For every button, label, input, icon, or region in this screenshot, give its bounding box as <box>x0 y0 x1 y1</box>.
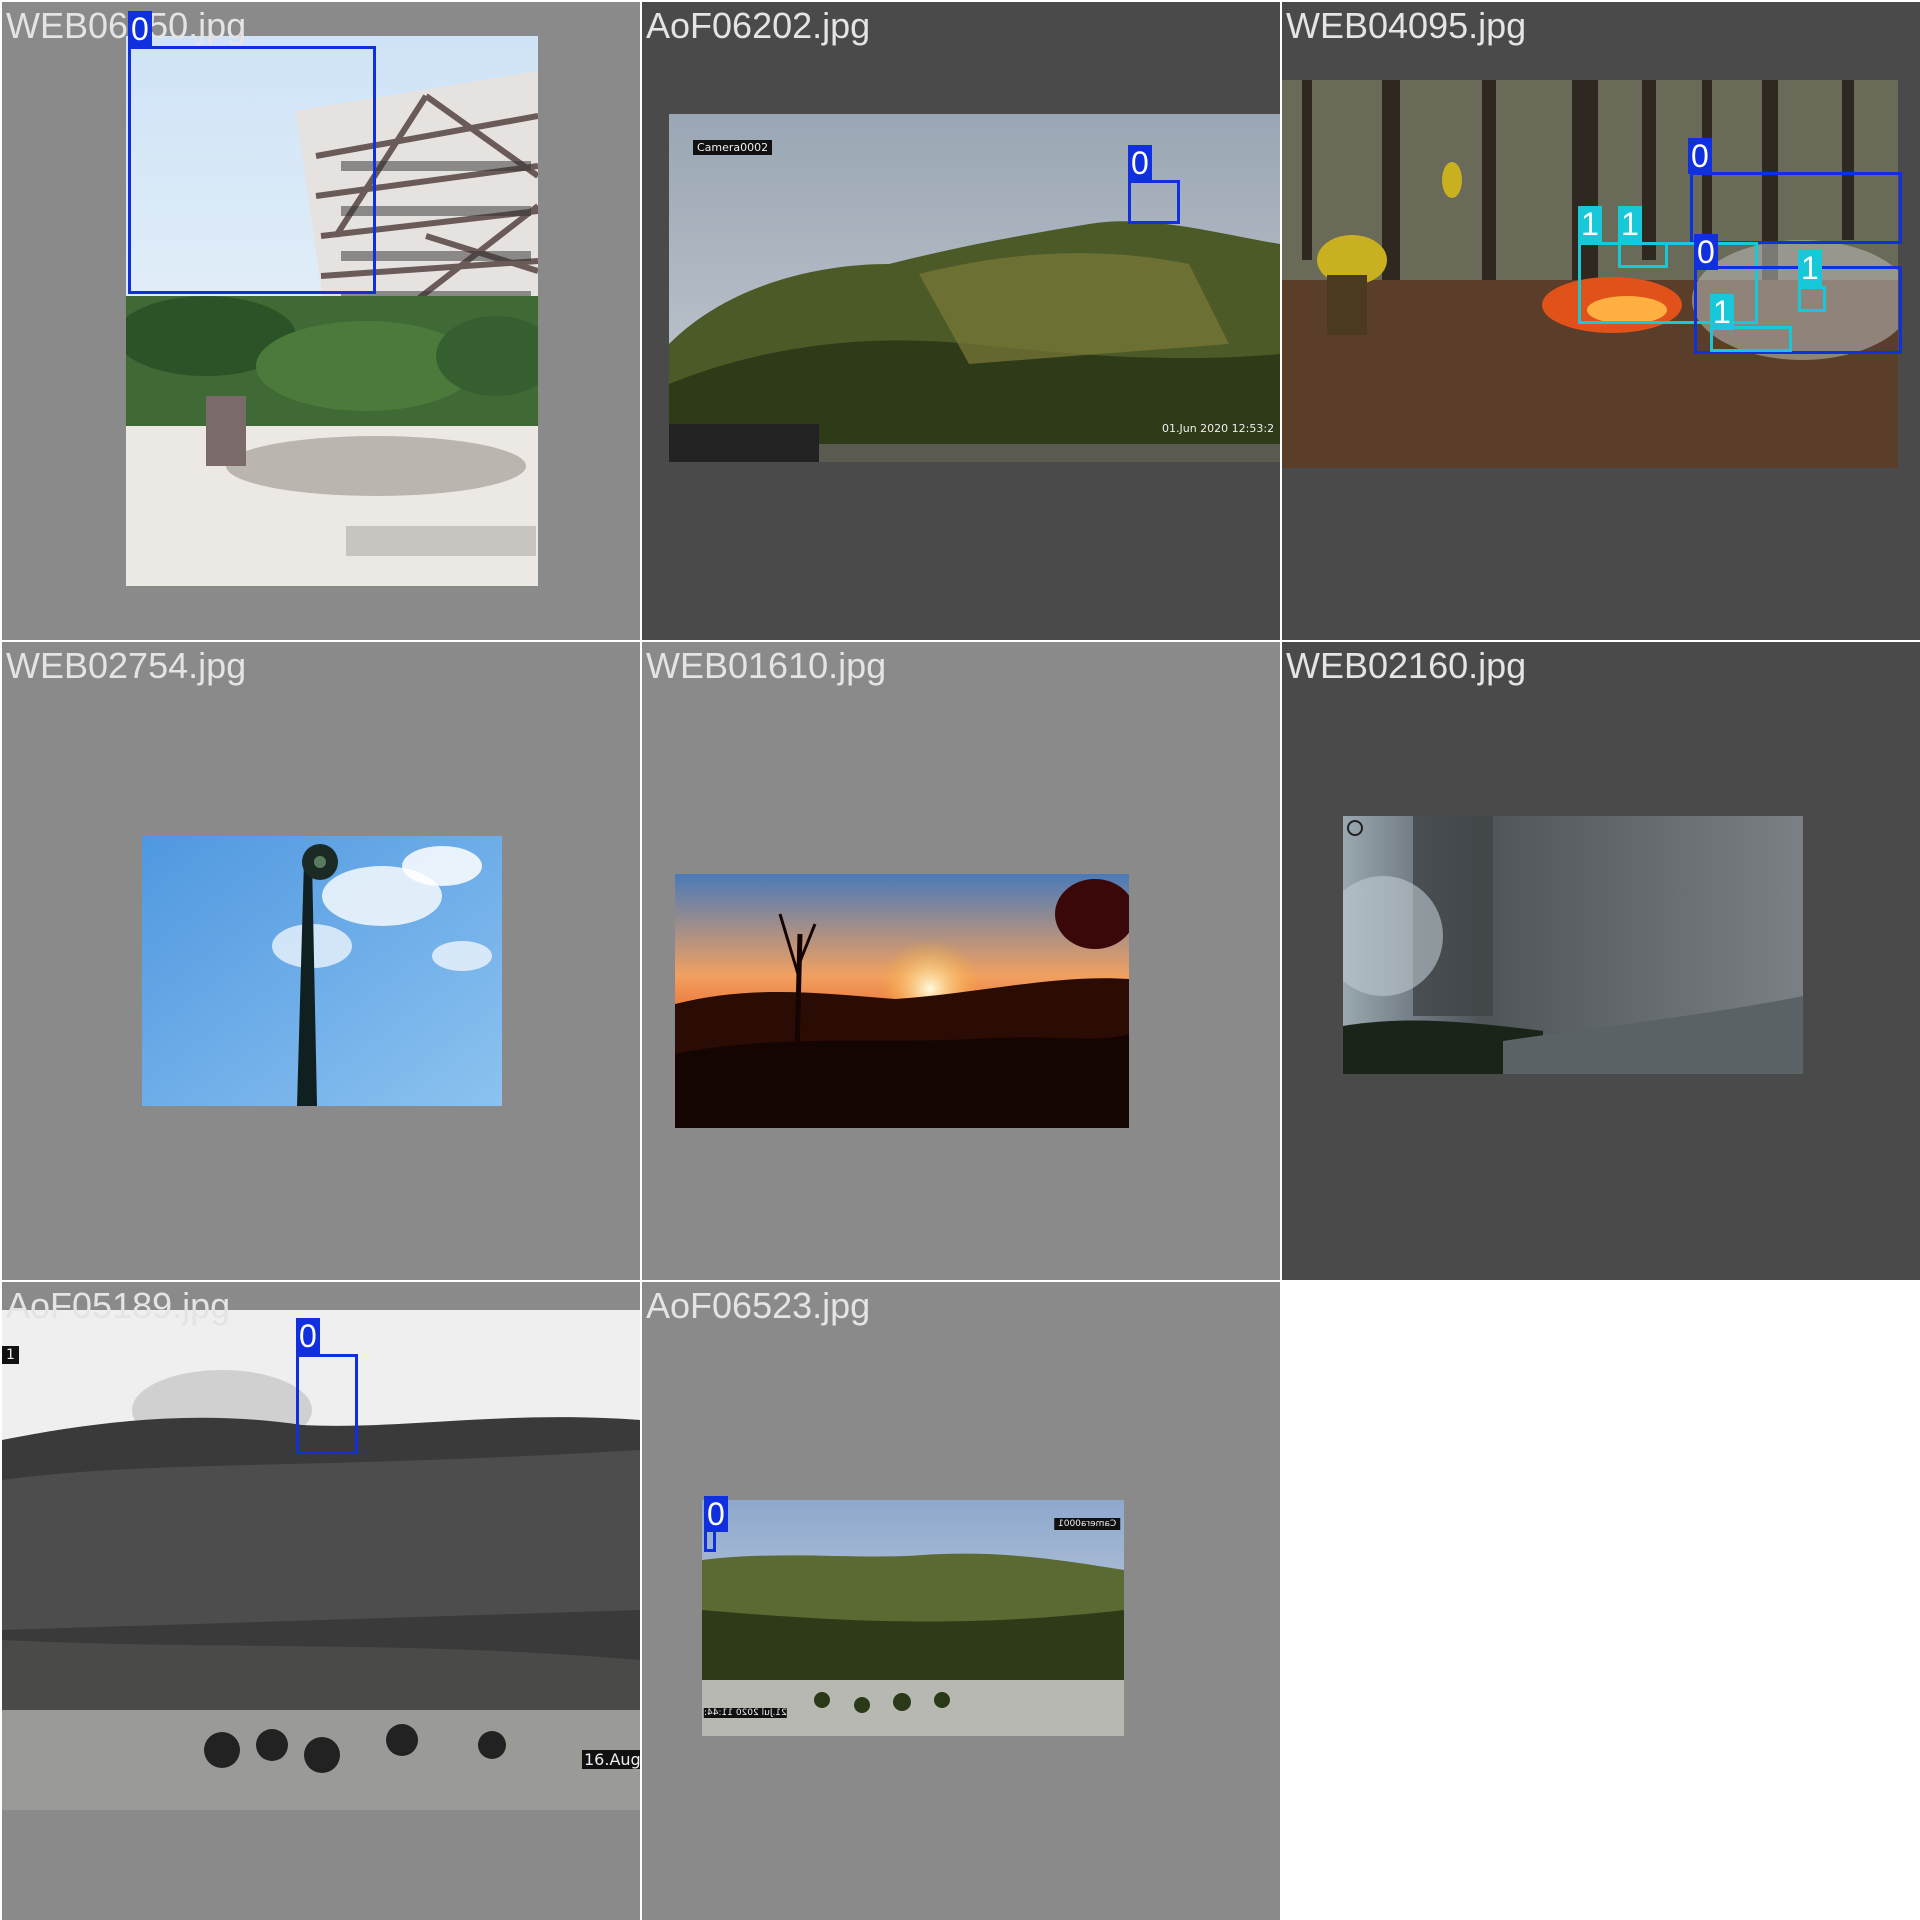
image-tile: WEB04095.jpg 0 1 1 0 1 1 <box>1282 2 1920 640</box>
image-tile: Camera0001 21.Jul 2020 11:44: AoF06523.j… <box>642 1282 1280 1920</box>
image-tile: Camera0002 01.Jun 2020 12:53:2 AoF06202.… <box>642 2 1280 640</box>
detection-label: 0 <box>128 11 152 47</box>
detection-box <box>296 1354 358 1454</box>
timestamp-overlay: 01.Jun 2020 12:53:2 <box>1162 422 1275 435</box>
detection-box <box>1128 180 1180 224</box>
detection-box <box>1690 172 1902 244</box>
image-filename: WEB04095.jpg <box>1286 5 1527 46</box>
timestamp-overlay: 21.Jul 2020 11:44: <box>704 1708 787 1718</box>
lamp-post-sky-photo <box>142 836 502 1106</box>
image-tile: WEB01610.jpg <box>642 642 1280 1280</box>
detection-label: 1 <box>1798 250 1822 286</box>
empty-cell <box>1282 1282 1920 1920</box>
sunset-photo <box>675 874 1129 1128</box>
detection-box <box>1618 242 1668 268</box>
timestamp-overlay: 16.Aug <box>582 1750 640 1769</box>
detection-label: 0 <box>1688 138 1712 174</box>
image-filename: AoF06523.jpg <box>646 1285 871 1326</box>
hillside-camera-photo: Camera0002 01.Jun 2020 12:53:2 <box>669 114 1280 462</box>
valley-camera-photo: Camera0001 21.Jul 2020 11:44: <box>702 1500 1124 1736</box>
detection-label: 0 <box>1694 234 1718 270</box>
detection-label: 0 <box>296 1318 320 1354</box>
image-tile: WEB02754.jpg <box>2 642 640 1280</box>
detection-label: 1 <box>1618 206 1642 242</box>
image-filename: WEB01610.jpg <box>646 645 887 686</box>
camera-name-overlay: Camera0001 <box>1054 1518 1121 1530</box>
image-filename: WEB06150.jpg <box>6 5 247 46</box>
detection-label: 0 <box>1128 145 1152 181</box>
camera-name-overlay: Camera0002 <box>693 140 773 155</box>
rain-shaft-photo <box>1343 816 1803 1074</box>
detection-box <box>1798 286 1826 312</box>
image-filename: WEB02160.jpg <box>1286 645 1527 686</box>
detection-box <box>128 46 376 294</box>
image-filename: WEB02754.jpg <box>6 645 247 686</box>
corner-overlay: 1 <box>2 1346 19 1364</box>
detection-label: 1 <box>1710 294 1734 330</box>
image-tile: 1 16.Aug AoF05189.jpg 0 <box>2 1282 640 1920</box>
detection-label: 0 <box>704 1496 728 1532</box>
image-filename: AoF05189.jpg <box>6 1285 231 1326</box>
image-filename: AoF06202.jpg <box>646 5 871 46</box>
detection-label: 1 <box>1578 206 1602 242</box>
image-tile: WEB06150.jpg 0 <box>2 2 640 640</box>
image-tile: WEB02160.jpg <box>1282 642 1920 1280</box>
